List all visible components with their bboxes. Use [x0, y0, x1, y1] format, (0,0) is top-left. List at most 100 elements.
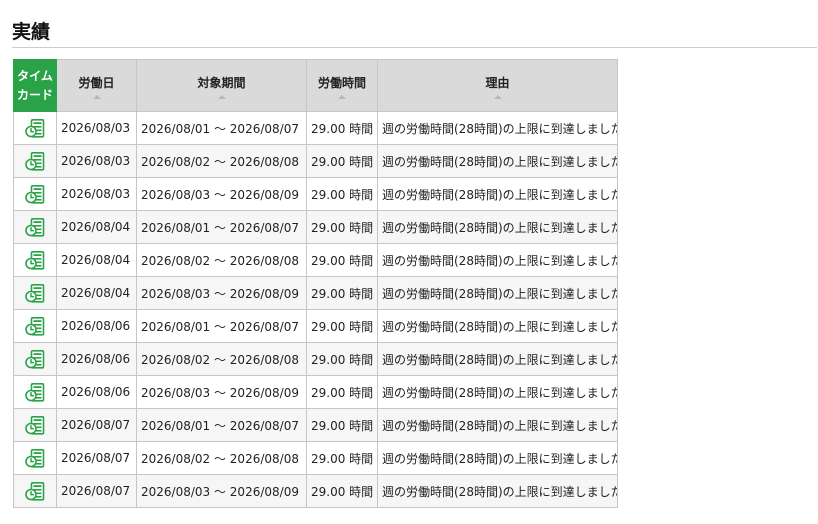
timecard-cell — [13, 210, 57, 244]
sort-arrow-icon[interactable] — [92, 95, 101, 99]
work-date-cell: 2026/08/03 — [56, 111, 137, 145]
reason-cell: 週の労働時間(28時間)の上限に到達しました。 — [377, 375, 618, 409]
work-date-cell: 2026/08/04 — [56, 243, 137, 277]
table-row: 2026/08/03 2026/08/01 ～ 2026/08/07 29.00 時… — [13, 111, 618, 145]
table-row: 2026/08/06 2026/08/02 ～ 2026/08/08 29.00 時… — [13, 342, 618, 376]
timecard-cell — [13, 177, 57, 211]
period-cell: 2026/08/03 ～ 2026/08/09 — [136, 474, 307, 508]
table-row: 2026/08/04 2026/08/01 ～ 2026/08/07 29.00 時… — [13, 210, 618, 244]
section-title: 実績 — [12, 21, 51, 43]
table-row: 2026/08/06 2026/08/01 ～ 2026/08/07 29.00 時… — [13, 309, 618, 343]
sort-arrow-icon[interactable] — [493, 95, 502, 99]
timecard-icon[interactable] — [25, 382, 45, 402]
hours-cell: 29.00 時間 — [306, 144, 378, 178]
results-table-wrapper: タイム カード 労働日 対象期間 労働時間 理由 2026/08/03 2026… — [13, 59, 618, 508]
work-date-cell: 2026/08/06 — [56, 309, 137, 343]
timecard-icon[interactable] — [25, 316, 45, 336]
period-cell: 2026/08/02 ～ 2026/08/08 — [136, 243, 307, 277]
period-cell: 2026/08/01 ～ 2026/08/07 — [136, 210, 307, 244]
timecard-icon[interactable] — [25, 448, 45, 468]
timecard-icon[interactable] — [25, 118, 45, 138]
results-table: タイム カード 労働日 対象期間 労働時間 理由 2026/08/03 2026… — [13, 59, 618, 508]
reason-cell: 週の労働時間(28時間)の上限に到達しました。 — [377, 342, 618, 376]
reason-cell: 週の労働時間(28時間)の上限に到達しました。 — [377, 309, 618, 343]
hours-cell: 29.00 時間 — [306, 408, 378, 442]
table-body: 2026/08/03 2026/08/01 ～ 2026/08/07 29.00 時… — [13, 111, 618, 508]
table-row: 2026/08/07 2026/08/01 ～ 2026/08/07 29.00 時… — [13, 408, 618, 442]
column-header-work-date-label: 労働日 — [78, 76, 115, 90]
hours-cell: 29.00 時間 — [306, 276, 378, 310]
timecard-cell — [13, 309, 57, 343]
period-cell: 2026/08/02 ～ 2026/08/08 — [136, 441, 307, 475]
timecard-cell — [13, 375, 57, 409]
hours-cell: 29.00 時間 — [306, 309, 378, 343]
timecard-icon[interactable] — [25, 283, 45, 303]
work-date-cell: 2026/08/03 — [56, 177, 137, 211]
timecard-icon[interactable] — [25, 151, 45, 171]
reason-cell: 週の労働時間(28時間)の上限に到達しました。 — [377, 177, 618, 211]
period-cell: 2026/08/03 ～ 2026/08/09 — [136, 177, 307, 211]
hours-cell: 29.00 時間 — [306, 243, 378, 277]
timecard-cell — [13, 342, 57, 376]
table-row: 2026/08/07 2026/08/02 ～ 2026/08/08 29.00 時… — [13, 441, 618, 475]
timecard-cell — [13, 111, 57, 145]
table-row: 2026/08/04 2026/08/03 ～ 2026/08/09 29.00 時… — [13, 276, 618, 310]
hours-cell: 29.00 時間 — [306, 111, 378, 145]
column-header-timecard: タイム カード — [13, 59, 57, 112]
reason-cell: 週の労働時間(28時間)の上限に到達しました。 — [377, 276, 618, 310]
table-row: 2026/08/04 2026/08/02 ～ 2026/08/08 29.00 時… — [13, 243, 618, 277]
timecard-cell — [13, 243, 57, 277]
table-row: 2026/08/03 2026/08/03 ～ 2026/08/09 29.00 時… — [13, 177, 618, 211]
table-row: 2026/08/07 2026/08/03 ～ 2026/08/09 29.00 時… — [13, 474, 618, 508]
reason-cell: 週の労働時間(28時間)の上限に到達しました。 — [377, 210, 618, 244]
timecard-icon[interactable] — [25, 481, 45, 501]
timecard-cell — [13, 474, 57, 508]
timecard-icon[interactable] — [25, 349, 45, 369]
hours-cell: 29.00 時間 — [306, 375, 378, 409]
period-cell: 2026/08/01 ～ 2026/08/07 — [136, 408, 307, 442]
reason-cell: 週の労働時間(28時間)の上限に到達しました。 — [377, 474, 618, 508]
table-row: 2026/08/06 2026/08/03 ～ 2026/08/09 29.00 時… — [13, 375, 618, 409]
timecard-cell — [13, 441, 57, 475]
period-cell: 2026/08/02 ～ 2026/08/08 — [136, 144, 307, 178]
work-date-cell: 2026/08/07 — [56, 441, 137, 475]
column-header-work-date[interactable]: 労働日 — [56, 59, 137, 112]
reason-cell: 週の労働時間(28時間)の上限に到達しました。 — [377, 441, 618, 475]
period-cell: 2026/08/03 ～ 2026/08/09 — [136, 276, 307, 310]
table-row: 2026/08/03 2026/08/02 ～ 2026/08/08 29.00 時… — [13, 144, 618, 178]
column-header-reason-label: 理由 — [485, 76, 510, 90]
work-date-cell: 2026/08/03 — [56, 144, 137, 178]
sort-arrow-icon[interactable] — [338, 95, 346, 99]
hours-cell: 29.00 時間 — [306, 441, 378, 475]
timecard-cell — [13, 144, 57, 178]
column-header-hours[interactable]: 労働時間 — [306, 59, 378, 112]
sort-arrow-icon[interactable] — [217, 95, 226, 99]
hours-cell: 29.00 時間 — [306, 177, 378, 211]
period-cell: 2026/08/03 ～ 2026/08/09 — [136, 375, 307, 409]
column-header-hours-label: 労働時間 — [317, 76, 366, 90]
timecard-cell — [13, 408, 57, 442]
work-date-cell: 2026/08/04 — [56, 210, 137, 244]
reason-cell: 週の労働時間(28時間)の上限に到達しました。 — [377, 243, 618, 277]
work-date-cell: 2026/08/06 — [56, 342, 137, 376]
timecard-icon[interactable] — [25, 250, 45, 270]
column-header-reason[interactable]: 理由 — [377, 59, 618, 112]
column-header-timecard-line2: カード — [16, 87, 53, 102]
timecard-icon[interactable] — [25, 415, 45, 435]
title-divider — [12, 47, 817, 48]
timecard-icon[interactable] — [25, 217, 45, 237]
work-date-cell: 2026/08/07 — [56, 408, 137, 442]
period-cell: 2026/08/01 ～ 2026/08/07 — [136, 309, 307, 343]
reason-cell: 週の労働時間(28時間)の上限に到達しました。 — [377, 144, 618, 178]
timecard-icon[interactable] — [25, 184, 45, 204]
hours-cell: 29.00 時間 — [306, 210, 378, 244]
hours-cell: 29.00 時間 — [306, 342, 378, 376]
work-date-cell: 2026/08/06 — [56, 375, 137, 409]
reason-cell: 週の労働時間(28時間)の上限に到達しました。 — [377, 408, 618, 442]
period-cell: 2026/08/02 ～ 2026/08/08 — [136, 342, 307, 376]
timecard-cell — [13, 276, 57, 310]
work-date-cell: 2026/08/04 — [56, 276, 137, 310]
table-header-row: タイム カード 労働日 対象期間 労働時間 理由 — [13, 59, 618, 112]
reason-cell: 週の労働時間(28時間)の上限に到達しました。 — [377, 111, 618, 145]
column-header-period[interactable]: 対象期間 — [136, 59, 307, 112]
